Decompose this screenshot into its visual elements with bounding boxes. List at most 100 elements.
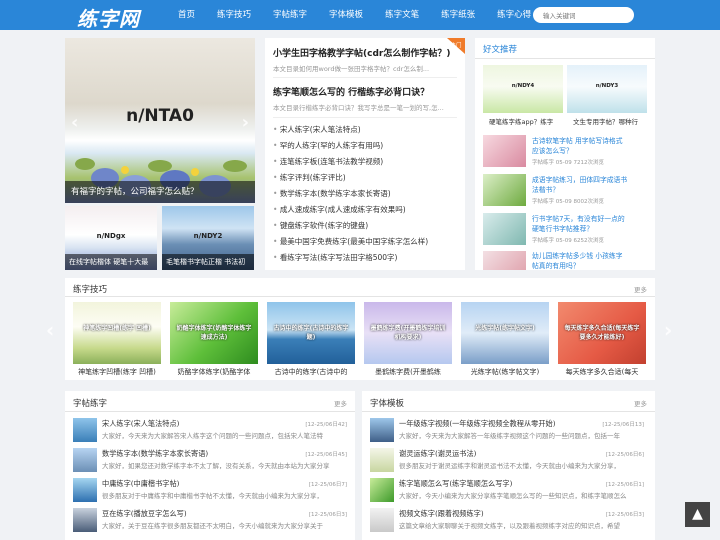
nav-item-techniques[interactable]: 练字技巧 xyxy=(217,0,251,30)
list-item[interactable]: 宋人练字(宋人笔法特点) [12-25/06日42] 大家好，今天来为大家解答宋… xyxy=(73,418,353,448)
item-date: [12-25/06日6] xyxy=(605,452,644,458)
card-overlay-text: 古诗中的练字(古诗中的练字题) xyxy=(273,325,349,341)
list-item[interactable]: 罕的人练字(罕的人练字有用吗) xyxy=(273,140,463,156)
item-date: [12-25/06日45] xyxy=(305,452,347,458)
recommend-item-meta: 字帖练字 05-09 8002次浏览 xyxy=(532,199,604,205)
list-item[interactable]: 中庸练字(中庸楷书字帖) [12-25/06日7] 很多朋友对于中庸练字和中庸楷… xyxy=(73,478,353,508)
list-item[interactable]: 视频文练字(跟着视频练字) [12-25/06日3] 这篇文章给大家聊聊关于视频… xyxy=(370,508,650,538)
article-thumb[interactable] xyxy=(483,135,526,167)
more-link[interactable]: 更多 xyxy=(634,398,647,408)
list-item[interactable]: 一年级练字视频(一年级练字视频全教程从零开始) [12-25/06日13] 大家… xyxy=(370,418,650,448)
divider xyxy=(362,411,655,412)
top-navbar: 练字网 首页 练字技巧 字帖练字 字体模板 练字文笔 练字纸张 练字心得 xyxy=(0,0,720,32)
card-caption[interactable]: 墨鹤练字费(开墨鹤练 xyxy=(364,367,452,377)
slide-code-text: n/NTA0 xyxy=(126,106,194,126)
item-title[interactable]: 一年级练字视频(一年级练字视频全教程从零开始) xyxy=(399,419,556,429)
back-to-top-icon[interactable]: ▲ xyxy=(685,502,710,527)
item-title[interactable]: 豆在练字(播放豆字怎么写) xyxy=(102,509,187,519)
carousel-next-icon[interactable]: › xyxy=(664,318,672,342)
list-item[interactable]: 看练字写法(练字写法田字格500字) xyxy=(273,252,463,268)
list-item[interactable]: 最美中国字免费练字(最美中国字练字怎么样) xyxy=(273,236,463,252)
item-date: [12-25/06日3] xyxy=(605,512,644,518)
list-item[interactable]: 谢灵运练字(谢灵运书法) [12-25/06日6] 很多朋友对于谢灵运练字和谢灵… xyxy=(370,448,650,478)
card-overlay-text: 光练字帖(练字帖文字) xyxy=(475,325,535,332)
site-logo[interactable]: 练字网 xyxy=(77,3,140,32)
item-thumb xyxy=(370,448,394,472)
item-title[interactable]: 宋人练字(宋人笔法特点) xyxy=(102,419,179,429)
headline-desc: 本文目录如何用word做一张田字格字帖？cdr怎么制... xyxy=(273,65,430,73)
article-thumb[interactable] xyxy=(483,251,526,270)
card-overlay-text: 神笔练字凹槽(练字 凹槽) xyxy=(83,325,151,332)
list-item[interactable]: 练字评判(练字评比) xyxy=(273,172,463,188)
technique-card[interactable]: 古诗中的练字(古诗中的练字题) xyxy=(267,302,355,364)
card-caption[interactable]: 每天练字多久合适(每天 xyxy=(558,367,646,377)
nav-item-home[interactable]: 首页 xyxy=(178,0,195,30)
recommend-item-title[interactable]: 成语字帖练习，田体四字成语书法楷书？ xyxy=(532,175,629,195)
slider-thumb[interactable]: n/NDY2 毛笔楷书字帖正楷 书法初 xyxy=(162,206,254,270)
nav-item-templates[interactable]: 字体模板 xyxy=(329,0,363,30)
technique-card[interactable]: 墨鹤练字费(开墨鹤练字培训机构要求) xyxy=(364,302,452,364)
slider-prev-icon[interactable]: ‹ xyxy=(71,112,78,133)
list-item[interactable]: 豆在练字(播放豆字怎么写) [12-25/06日3] 大家好，关于豆在练字很多朋… xyxy=(73,508,353,538)
headline-desc: 本文目录行楷练字必背口诀？我写字总是一笔一划的写,怎... xyxy=(273,104,444,112)
list-item[interactable]: 连笔练字板(连笔书法教学视频) xyxy=(273,156,463,172)
technique-card[interactable]: 奶酪字体练字(奶酪字体练字速成方法) xyxy=(170,302,258,364)
item-thumb xyxy=(370,478,394,502)
divider xyxy=(475,58,655,59)
slider-thumb[interactable]: n/NDgx 在线字帖楷体 硬笔十大最 xyxy=(65,206,157,270)
card-caption[interactable]: 神笔练字凹槽(练字 凹槽) xyxy=(73,367,161,377)
item-thumb xyxy=(370,508,394,532)
divider xyxy=(65,296,655,297)
item-title[interactable]: 练字笔顺怎么写(练字笔顺怎么写字) xyxy=(399,479,512,489)
headline-title[interactable]: 练字笔顺怎么写的 行楷练字必背口诀？ xyxy=(273,85,429,98)
list-item[interactable]: 成人速成练字(成人速成练字有效果吗) xyxy=(273,204,463,220)
list-item[interactable]: 数学练字本(数学练字本家长寄语) xyxy=(273,188,463,204)
carousel-prev-icon[interactable]: ‹ xyxy=(46,318,54,342)
recommend-item-title[interactable]: 幼儿园练字帖多少钱 小孩练字帖真的有用吗？ xyxy=(532,251,629,271)
thumb-caption: 在线字帖楷体 硬笔十大最 xyxy=(65,254,157,270)
divider xyxy=(273,77,457,78)
techniques-section: 练字技巧 更多 神笔练字凹槽(练字 凹槽) 奶酪字体练字(奶酪字体练字速成方法)… xyxy=(65,278,655,380)
recommend-caption[interactable]: 文生专用字帖？哪种行 xyxy=(573,116,638,126)
article-thumb[interactable] xyxy=(483,174,526,206)
thumb-code: n/NDY4 xyxy=(511,83,535,89)
card-caption[interactable]: 古诗中的练字(古诗中的 xyxy=(267,367,355,377)
headline-title[interactable]: 小学生田字格教学字帖(cdr怎么制作字帖？) xyxy=(273,46,450,59)
section-title: 练字技巧 xyxy=(73,285,108,295)
list-item[interactable]: 键盘练字软件(练字的键盘) xyxy=(273,220,463,236)
card-caption[interactable]: 光练字帖(练字帖文字) xyxy=(461,367,549,377)
list-item[interactable]: 宋人练字(宋人笔法特点) xyxy=(273,124,463,140)
recommend-caption[interactable]: 硬笔练字练app？练字 xyxy=(489,116,553,126)
nav-item-writing[interactable]: 练字文笔 xyxy=(385,0,419,30)
article-thumb[interactable] xyxy=(483,213,526,245)
headline-panel: 热门 小学生田字格教学字帖(cdr怎么制作字帖？) 本文目录如何用word做一张… xyxy=(265,38,465,270)
article-list: 宋人练字(宋人笔法特点) 罕的人练字(罕的人练字有用吗) 连笔练字板(连笔书法教… xyxy=(273,124,463,268)
featured-slider[interactable]: n/NTA0 ‹ › xyxy=(65,38,255,203)
card-caption[interactable]: 奶酪字体练字(奶酪字体 xyxy=(170,367,258,377)
nav-item-experience[interactable]: 练字心得 xyxy=(497,0,531,30)
recommend-thumb[interactable]: n/NDY4 xyxy=(483,65,563,113)
item-desc: 很多朋友对于谢灵运练字和谢灵运书法不太懂，今天就由小编来为大家分享， xyxy=(399,462,620,470)
item-title[interactable]: 谢灵运练字(谢灵运书法) xyxy=(399,449,476,459)
recommend-item-title[interactable]: 古诗软笔字帖 用字帖写诗格式应该怎么写？ xyxy=(532,136,629,156)
recommend-thumb[interactable]: n/NDY3 xyxy=(567,65,647,113)
technique-card[interactable]: 光练字帖(练字帖文字) xyxy=(461,302,549,364)
card-overlay-text: 奶酪字体练字(奶酪字体练字速成方法) xyxy=(176,325,252,341)
technique-card[interactable]: 每天练字多久合适(每天练字要多久才能练好) xyxy=(558,302,646,364)
item-title[interactable]: 视频文练字(跟着视频练字) xyxy=(399,509,484,519)
recommend-item-title[interactable]: 行书字帖7天，有没有好一点的硬笔行书字帖推荐？ xyxy=(532,214,629,234)
more-link[interactable]: 更多 xyxy=(334,398,347,408)
nav-item-paper[interactable]: 练字纸张 xyxy=(441,0,475,30)
slider-next-icon[interactable]: › xyxy=(242,112,249,133)
search-input[interactable] xyxy=(533,7,634,23)
more-link[interactable]: 更多 xyxy=(634,284,647,294)
item-title[interactable]: 中庸练字(中庸楷书字帖) xyxy=(102,479,179,489)
list-item[interactable]: 数学练字本(数学练字本家长寄语) [12-25/06日45] 大家好，如果您还对… xyxy=(73,448,353,478)
technique-card[interactable]: 神笔练字凹槽(练字 凹槽) xyxy=(73,302,161,364)
nav-item-copybook[interactable]: 字帖练字 xyxy=(273,0,307,30)
list-item[interactable]: 练字笔顺怎么写(练字笔顺怎么写字) [12-25/06日1] 大家好，今天小编来… xyxy=(370,478,650,508)
item-desc: 大家好，今天来为大家解答宋人练字这个问题的一些问题点，包括宋人笔法特 xyxy=(102,432,323,440)
slide-caption[interactable]: 有福字的字帖，公司福字怎么贴？ xyxy=(65,181,255,203)
item-title[interactable]: 数学练字本(数学练字本家长寄语) xyxy=(102,449,208,459)
item-date: [12-25/06日13] xyxy=(602,422,644,428)
